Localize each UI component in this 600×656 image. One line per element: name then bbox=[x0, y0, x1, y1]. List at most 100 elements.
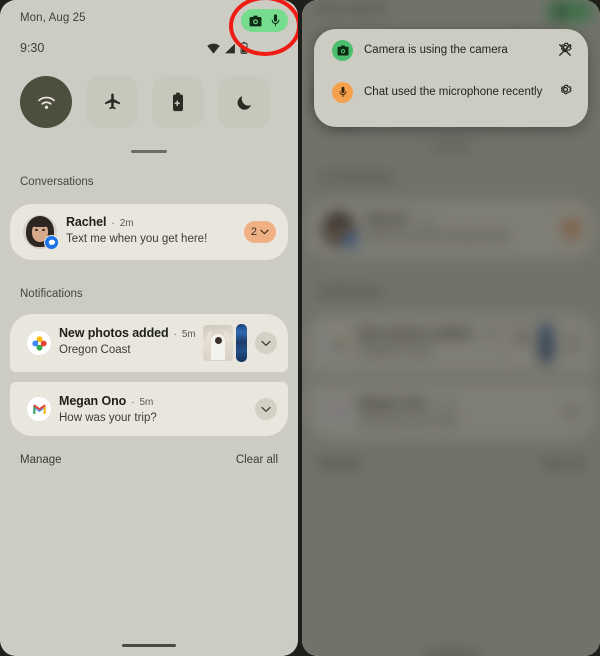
separator-dot: · bbox=[432, 399, 437, 411]
notification-body: Oregon Coast bbox=[358, 344, 433, 357]
privacy-row-label: Camera is using the camera bbox=[364, 44, 508, 56]
photo-thumbnail-person[interactable] bbox=[203, 325, 233, 361]
notification-new-photos[interactable]: New photos added · 5m Oregon Coast bbox=[10, 314, 288, 372]
manage-button[interactable]: Manage bbox=[20, 454, 62, 466]
separator-dot: · bbox=[476, 329, 480, 341]
privacy-row-microphone[interactable]: Chat used the microphone recently bbox=[314, 71, 588, 113]
separator-dot: · bbox=[173, 329, 177, 340]
microphone-icon bbox=[271, 14, 280, 27]
notification-time: 5m bbox=[181, 329, 196, 340]
chevron-down-icon bbox=[260, 226, 269, 238]
notification-time: 2m bbox=[119, 218, 134, 229]
screenshot-stage: Mon, Aug 25 9:30 Conversations Rachel · … bbox=[0, 0, 600, 656]
google-photos-icon bbox=[325, 331, 351, 356]
notification-time: 2m bbox=[420, 214, 436, 227]
shade-drag-handle[interactable] bbox=[131, 150, 167, 153]
notification-title: Megan Ono bbox=[358, 395, 428, 411]
section-label-conversations-blurred: Conversations bbox=[318, 171, 394, 184]
photo-thumbnail-person bbox=[506, 324, 538, 362]
notification-title: New photos added bbox=[59, 326, 169, 340]
expand-button[interactable] bbox=[255, 398, 277, 420]
message-count: 2 bbox=[568, 222, 575, 236]
qs-tile-dark-theme[interactable] bbox=[218, 76, 270, 128]
microphone-icon bbox=[577, 4, 586, 18]
privacy-indicator-chip[interactable] bbox=[241, 9, 288, 32]
wifi-icon bbox=[37, 95, 56, 110]
notification-text: Rachel · 2m Text me when you get here! bbox=[66, 215, 207, 245]
gmail-icon bbox=[325, 399, 351, 424]
moon-icon bbox=[236, 94, 253, 111]
section-label-conversations: Conversations bbox=[20, 176, 94, 188]
message-count: 2 bbox=[250, 226, 257, 238]
notification-title: New photos added bbox=[358, 325, 472, 341]
notification-title: Rachel bbox=[66, 215, 107, 229]
clear-all-button[interactable]: Clear all bbox=[236, 454, 278, 466]
privacy-row-camera[interactable]: Camera is using the camera bbox=[314, 29, 588, 71]
camera-icon bbox=[249, 15, 262, 27]
settings-button[interactable] bbox=[556, 41, 574, 59]
qs-tile-wifi[interactable] bbox=[20, 76, 72, 128]
separator-dot: · bbox=[111, 218, 115, 229]
section-label-notifications: Notifications bbox=[20, 288, 83, 300]
clear-all-button-blurred: Clear all bbox=[540, 457, 584, 471]
photo-thumbnails[interactable] bbox=[203, 324, 247, 362]
manage-button-blurred: Manage bbox=[318, 457, 361, 471]
qs-tile-battery[interactable] bbox=[152, 76, 204, 128]
google-photos-icon bbox=[27, 331, 51, 355]
notification-time: 5m bbox=[441, 399, 456, 411]
chevron-down-icon bbox=[261, 400, 271, 418]
privacy-indicator-chip-blurred bbox=[545, 0, 595, 24]
avatar bbox=[23, 215, 59, 250]
separator-dot: · bbox=[131, 397, 135, 408]
notification-time: 5m bbox=[139, 397, 154, 408]
chevron-down-icon bbox=[261, 334, 271, 352]
expand-button bbox=[560, 332, 583, 355]
separator-dot: · bbox=[412, 214, 416, 227]
expand-button[interactable] bbox=[255, 332, 277, 354]
notification-body: Text me when you get here! bbox=[66, 233, 208, 245]
messages-icon bbox=[342, 232, 359, 248]
quick-settings-row bbox=[20, 76, 270, 128]
photo-thumbnails bbox=[506, 323, 552, 364]
conversation-notification-rachel-blurred: Rachel · 2m Text me when you get here! 2 bbox=[307, 200, 595, 258]
notification-megan-ono-blurred: Megan Ono · 5m How was your trip? bbox=[307, 383, 595, 440]
status-icons bbox=[207, 42, 248, 54]
conversation-notification-rachel[interactable]: Rachel · 2m Text me when you get here! 2 bbox=[10, 204, 288, 260]
notification-text: Megan Ono · 5m How was your trip? bbox=[59, 394, 157, 424]
notification-body: Oregon Coast bbox=[59, 344, 131, 356]
camera-icon bbox=[332, 39, 353, 61]
home-indicator[interactable] bbox=[122, 644, 176, 647]
notification-title: Rachel bbox=[365, 211, 408, 227]
message-count-badge: 2 bbox=[561, 217, 582, 241]
privacy-dialog: Camera is using the camera Chat used the… bbox=[314, 29, 588, 127]
notification-time: 5m bbox=[484, 329, 500, 341]
qs-tile-airplane[interactable] bbox=[86, 76, 138, 128]
section-label-notifications-blurred: Notifications bbox=[318, 286, 383, 300]
gear-icon bbox=[558, 40, 573, 60]
camera-icon bbox=[554, 5, 567, 17]
notification-new-photos-blurred: New photos added · 5m Oregon Coast bbox=[307, 313, 595, 374]
battery-icon bbox=[240, 42, 248, 54]
shade-drag-handle-blurred bbox=[432, 144, 470, 148]
gear-icon bbox=[558, 82, 573, 102]
microphone-icon bbox=[332, 81, 353, 103]
expand-button bbox=[560, 400, 583, 423]
notification-shade: Mon, Aug 25 9:30 Conversations Rachel · … bbox=[0, 0, 298, 656]
notification-shade-panel-right: Mon, Aug 25 9:30 bbox=[302, 0, 600, 656]
settings-button[interactable] bbox=[556, 83, 574, 101]
photo-thumbnail-snowboard[interactable] bbox=[236, 324, 247, 362]
notification-title: Megan Ono bbox=[59, 394, 127, 408]
message-count-badge[interactable]: 2 bbox=[243, 221, 276, 243]
notification-megan-ono[interactable]: Megan Ono · 5m How was your trip? bbox=[10, 382, 288, 436]
notification-body: How was your trip? bbox=[358, 414, 460, 427]
notification-text: New photos added · 5m Oregon Coast bbox=[59, 326, 196, 356]
photo-thumbnail-snowboard bbox=[540, 323, 552, 364]
airplane-icon bbox=[103, 93, 122, 112]
messages-icon bbox=[44, 235, 59, 250]
status-date-blurred: Mon, Aug 25 bbox=[318, 2, 386, 15]
privacy-row-label: Chat used the microphone recently bbox=[364, 86, 543, 98]
status-time: 9:30 bbox=[20, 41, 45, 55]
gmail-icon bbox=[27, 397, 51, 421]
wifi-icon bbox=[207, 43, 220, 54]
notification-shade-panel-left: Mon, Aug 25 9:30 Conversations Rachel · … bbox=[0, 0, 298, 656]
